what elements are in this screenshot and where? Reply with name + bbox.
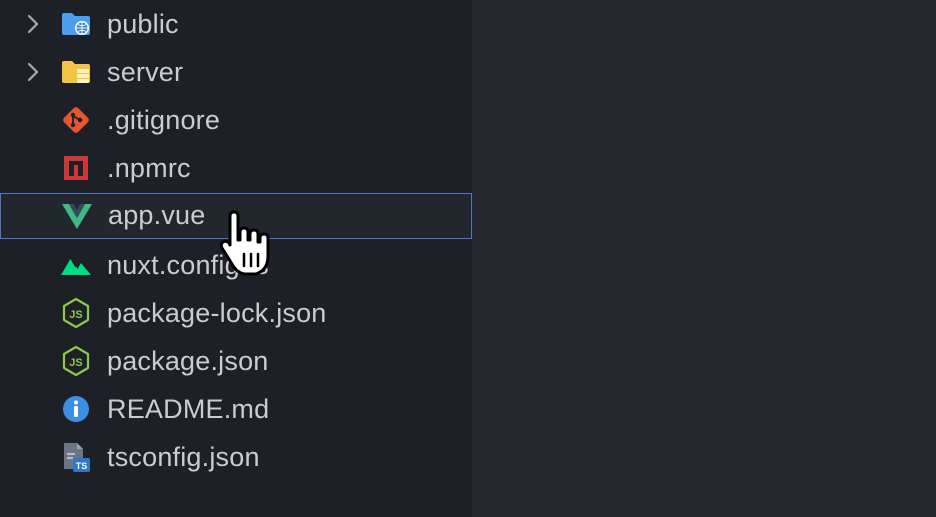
tree-item-label: .npmrc xyxy=(107,153,191,183)
tree-item-tsconfig[interactable]: TS tsconfig.json xyxy=(0,434,472,480)
tree-item-label: package-lock.json xyxy=(107,298,327,328)
info-icon xyxy=(60,394,92,424)
tree-item-package-lock[interactable]: JS package-lock.json xyxy=(0,290,472,336)
window: public server .gitignore .npmrc app.vue … xyxy=(0,0,936,517)
svg-text:JS: JS xyxy=(69,357,82,369)
svg-text:JS: JS xyxy=(69,309,82,321)
npm-icon xyxy=(60,153,92,183)
tree-item-server[interactable]: server xyxy=(0,49,472,95)
tree-item-label: nuxt.config.ts xyxy=(107,250,269,280)
tree-item-app-vue[interactable]: app.vue xyxy=(0,193,472,239)
tsconfig-icon: TS xyxy=(60,442,92,472)
tree-item-npmrc[interactable]: .npmrc xyxy=(0,145,472,191)
editor-area xyxy=(473,0,936,517)
tree-item-nuxt-config[interactable]: nuxt.config.ts xyxy=(0,242,472,288)
folder-public-icon xyxy=(60,9,92,39)
nodejs-icon: JS xyxy=(60,297,92,329)
tree-item-public[interactable]: public xyxy=(0,1,472,47)
tree-item-package-json[interactable]: JS package.json xyxy=(0,338,472,384)
tree-item-label: package.json xyxy=(107,346,269,376)
chevron-right-icon[interactable] xyxy=(23,49,43,95)
tree-item-gitignore[interactable]: .gitignore xyxy=(0,97,472,143)
tree-item-label: tsconfig.json xyxy=(107,442,260,472)
tree-item-label: .gitignore xyxy=(107,105,221,135)
tree-item-label: public xyxy=(107,9,179,39)
file-explorer: public server .gitignore .npmrc app.vue … xyxy=(0,0,472,517)
svg-text:TS: TS xyxy=(76,461,88,471)
tree-item-label: server xyxy=(107,57,184,87)
vue-icon xyxy=(61,201,93,231)
tree-item-readme[interactable]: README.md xyxy=(0,386,472,432)
folder-server-icon xyxy=(60,57,92,87)
git-icon xyxy=(60,105,92,135)
nodejs-icon: JS xyxy=(60,345,92,377)
tree-item-label: app.vue xyxy=(108,200,206,230)
nuxt-icon xyxy=(60,250,92,280)
chevron-right-icon[interactable] xyxy=(23,1,43,47)
tree-item-label: README.md xyxy=(107,394,270,424)
